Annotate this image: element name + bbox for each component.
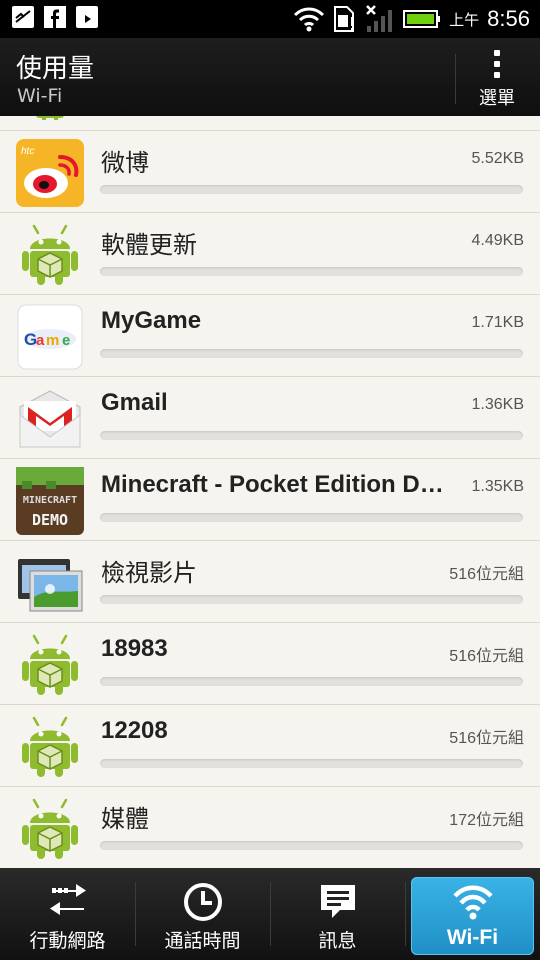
list-item[interactable]: 軟體更新 4.49KB xyxy=(0,213,540,295)
message-icon xyxy=(320,885,355,918)
tab-call-time[interactable]: 通話時間 xyxy=(135,868,270,960)
sim-icon xyxy=(334,6,355,32)
tab-wifi[interactable]: Wi-Fi xyxy=(405,868,540,960)
action-bar-divider xyxy=(455,54,456,104)
app-usage-size: 516位元組 xyxy=(449,648,524,665)
page-subtitle: Wi-Fi xyxy=(17,85,63,107)
app-name: 檢視影片 xyxy=(101,559,197,587)
tab-messages[interactable]: 訊息 xyxy=(270,868,405,960)
svg-text:m: m xyxy=(46,332,59,349)
action-bar: 使用量 Wi-Fi 選單 xyxy=(0,38,540,116)
app-name: Gmail xyxy=(101,389,168,416)
weibo-icon: htc xyxy=(16,139,84,207)
app-usage-size: 516位元組 xyxy=(449,730,524,747)
clock-icon xyxy=(183,883,222,921)
app-usage-size: 1.36KB xyxy=(471,396,524,413)
menu-label: 選單 xyxy=(479,88,515,109)
usage-bar xyxy=(100,841,523,850)
app-name: 18983 xyxy=(101,635,168,662)
usage-bar xyxy=(100,677,523,686)
tab-label: 通話時間 xyxy=(164,930,241,952)
usage-bar xyxy=(100,595,523,604)
android-icon xyxy=(16,631,84,699)
app-usage-size: 4.49KB xyxy=(471,232,524,249)
tab-label: 訊息 xyxy=(318,930,357,952)
usage-bar xyxy=(100,513,523,522)
gallery-icon xyxy=(12,6,34,28)
usage-bar xyxy=(100,431,523,440)
list-item[interactable]: 媒體 172位元組 xyxy=(0,787,540,868)
usage-bar xyxy=(100,185,523,194)
system-icons: 上午 8:56 xyxy=(293,4,530,34)
wifi-icon xyxy=(452,885,493,920)
gmail-icon xyxy=(16,385,84,453)
signal-icon xyxy=(366,5,393,32)
list-item[interactable]: Gmail 1.36KB xyxy=(0,377,540,459)
minecraft-icon: MINECRAFT DEMO xyxy=(16,467,84,535)
app-usage-size: 516位元組 xyxy=(449,566,524,583)
list-item[interactable]: Ga m e MyGame 1.71KB xyxy=(0,295,540,377)
android-icon xyxy=(16,713,84,781)
wifi-icon xyxy=(294,7,325,32)
usage-bar xyxy=(100,349,523,358)
notification-icons xyxy=(12,6,98,28)
svg-text:e: e xyxy=(62,332,70,349)
status-bar: 上午 8:56 xyxy=(0,0,540,38)
svg-text:MINECRAFT: MINECRAFT xyxy=(23,495,77,506)
usage-bar xyxy=(100,759,523,768)
app-name: Minecraft - Pocket Edition Demo xyxy=(101,471,456,498)
tab-label: 行動網路 xyxy=(29,930,106,952)
list-item[interactable]: htc 微博 5.52KB xyxy=(0,131,540,213)
app-name: 媒體 xyxy=(101,805,149,833)
app-name: 12208 xyxy=(101,717,168,744)
list-item-partial xyxy=(0,116,540,131)
am-pm-indicator: 上午 xyxy=(449,10,480,29)
app-usage-list[interactable]: htc 微博 5.52KB 軟體更新 4.49KB Ga m e MyGame 1.71KB Gma… xyxy=(0,116,540,868)
app-usage-size: 1.35KB xyxy=(471,478,524,495)
list-item[interactable]: 檢視影片 516位元組 xyxy=(0,541,540,623)
clock-time: 8:56 xyxy=(487,6,530,31)
list-item[interactable]: 18983 516位元組 xyxy=(0,623,540,705)
app-name: 軟體更新 xyxy=(101,231,197,259)
app-usage-size: 5.52KB xyxy=(471,150,524,167)
android-icon xyxy=(16,221,84,289)
android-icon xyxy=(16,795,84,863)
battery-icon xyxy=(403,10,441,28)
svg-text:a: a xyxy=(36,332,45,349)
page-title: 使用量 xyxy=(16,54,95,84)
app-name: 微博 xyxy=(101,149,149,177)
screen: 上午 8:56 使用量 Wi-Fi 選單 htc 微博 5.52KB 軟體更新 4.49… xyxy=(0,0,540,960)
overflow-menu-icon xyxy=(462,50,532,78)
list-item[interactable]: 12208 516位元組 xyxy=(0,705,540,787)
svg-text:DEMO: DEMO xyxy=(32,511,68,529)
list-item[interactable]: MINECRAFT DEMO Minecraft - Pocket Edition … xyxy=(0,459,540,541)
app-usage-size: 172位元組 xyxy=(449,812,524,829)
bottom-tab-bar: 行動網路 通話時間 訊息 Wi-Fi xyxy=(0,868,540,960)
app-usage-size: 1.71KB xyxy=(471,314,524,331)
facebook-icon xyxy=(44,6,66,28)
mygame-icon: Game xyxy=(16,303,84,371)
video-viewer-icon xyxy=(16,549,84,617)
svg-text:htc: htc xyxy=(21,146,34,157)
menu-button[interactable]: 選單 xyxy=(462,46,532,110)
app-name: MyGame xyxy=(101,307,202,334)
tab-label: Wi-Fi xyxy=(446,926,499,949)
play-store-icon xyxy=(76,6,98,28)
usage-bar xyxy=(100,267,523,276)
tab-mobile-network[interactable]: 行動網路 xyxy=(0,868,135,960)
mobile-network-icon xyxy=(49,884,86,915)
